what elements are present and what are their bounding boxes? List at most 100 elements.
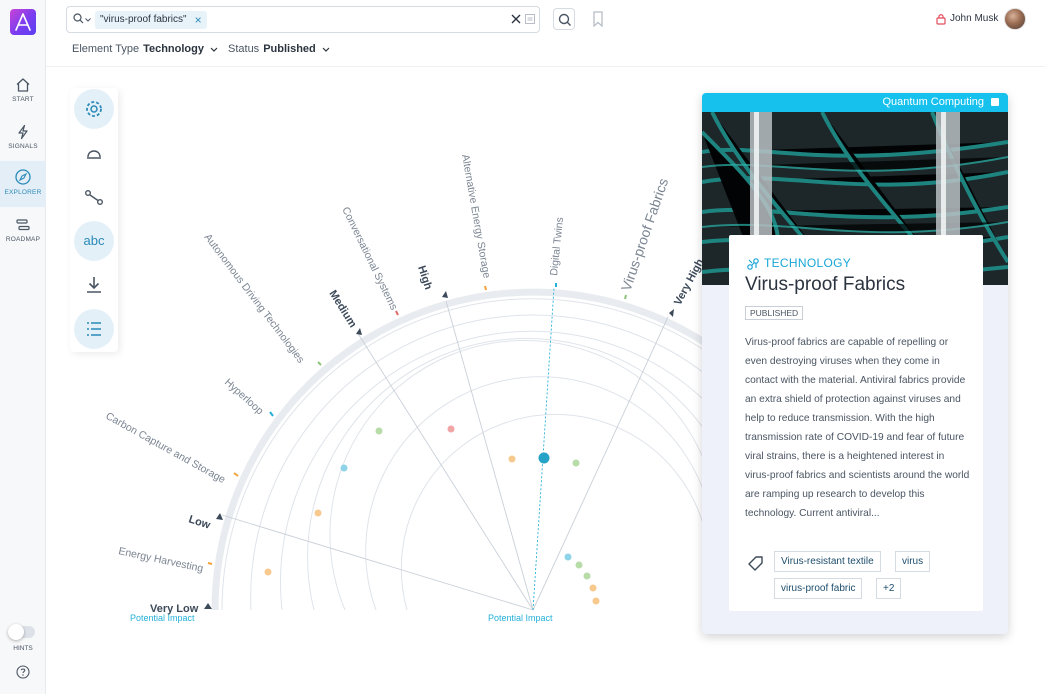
left-navigation: START SIGNALS EXPLORER ROADMAP HINTS <box>0 0 46 694</box>
lock-icon <box>936 14 946 25</box>
triangle-marker-icon <box>216 513 223 520</box>
radar-point[interactable] <box>564 553 572 561</box>
nav-label: START <box>12 96 34 103</box>
triangle-marker-icon <box>356 328 362 335</box>
radar-item-label: Autonomous Driving Technologies <box>202 232 307 366</box>
radar-point[interactable] <box>572 459 580 467</box>
clear-search-icon[interactable] <box>510 13 522 25</box>
hints-toggle[interactable] <box>8 624 35 640</box>
filter-value: Published <box>263 43 316 55</box>
layout-tool[interactable] <box>74 133 114 173</box>
compass-icon <box>15 169 31 185</box>
selected-item-line <box>532 287 555 611</box>
radar-item-label-selected: Virus-proof Fabrics <box>618 176 672 293</box>
radar-point[interactable] <box>575 561 583 569</box>
filter-value: Technology <box>143 43 204 55</box>
item-tick <box>395 310 399 316</box>
tag-chip[interactable]: virus <box>895 551 931 572</box>
search-icon <box>558 13 571 26</box>
hints-label: HINTS <box>13 645 33 652</box>
chevron-down-icon <box>210 47 218 52</box>
search-chip: "virus-proof fabrics" × <box>95 11 207 29</box>
avatar[interactable] <box>1004 8 1026 30</box>
top-bar: "virus-proof fabrics" × John Musk <box>46 0 1045 36</box>
chip-remove-icon[interactable]: × <box>195 11 202 29</box>
element-type-label: TECHNOLOGY <box>764 256 852 270</box>
triangle-marker-icon <box>442 291 448 298</box>
chevron-down-icon[interactable] <box>85 18 91 22</box>
labels-tool[interactable]: abc <box>74 221 114 261</box>
radar-point[interactable] <box>264 568 272 576</box>
technology-icon <box>747 258 759 270</box>
nodes-icon <box>84 189 104 206</box>
bolt-icon <box>18 124 28 140</box>
status-filter[interactable]: Status Published <box>228 43 330 55</box>
card-header: Quantum Computing <box>702 93 1008 112</box>
nav-item-signals[interactable]: SIGNALS <box>0 119 46 163</box>
list-icon <box>87 322 101 336</box>
search-box[interactable]: "virus-proof fabrics" × <box>66 6 540 33</box>
item-tick <box>484 285 487 291</box>
bookmark-icon <box>593 11 603 28</box>
radar-point[interactable] <box>592 597 600 605</box>
tag-chip[interactable]: Virus-resistant textile <box>774 551 881 572</box>
abc-icon: abc <box>83 233 105 248</box>
settings-tool[interactable] <box>74 89 114 129</box>
search-icon <box>73 13 84 24</box>
download-tool[interactable] <box>74 265 114 305</box>
ring-label-high: High <box>415 264 434 291</box>
radar-point[interactable] <box>447 425 455 433</box>
arc-view-icon <box>87 150 101 159</box>
bookmark-button[interactable] <box>587 8 609 30</box>
item-tick <box>233 472 239 477</box>
app-logo[interactable] <box>10 9 36 35</box>
card-description: Virus-proof fabrics are capable of repel… <box>745 337 970 519</box>
nav-item-explorer[interactable]: EXPLORER <box>0 161 46 207</box>
home-icon <box>16 78 30 92</box>
radar-point[interactable] <box>589 584 597 592</box>
radar-item-label: Energy Harvesting <box>117 545 204 575</box>
radar-point[interactable] <box>340 464 348 472</box>
radar-item-label: Digital Twins <box>548 217 566 277</box>
radar-point[interactable] <box>508 455 516 463</box>
radar-chart: Very Low Low Medium High Very High Poten… <box>104 153 706 623</box>
nav-item-start[interactable]: START <box>0 72 46 116</box>
nav-item-roadmap[interactable]: ROADMAP <box>0 212 46 256</box>
card-category[interactable]: Quantum Computing <box>883 96 985 108</box>
triangle-marker-icon <box>669 309 674 317</box>
tag-chip[interactable]: +2 <box>876 578 902 599</box>
help-icon[interactable] <box>16 665 30 684</box>
item-tick <box>317 361 322 366</box>
user-name[interactable]: John Musk <box>950 13 998 24</box>
nav-label: ROADMAP <box>5 236 41 243</box>
axis-label-potential-impact: Potential Impact <box>130 613 195 623</box>
logo-icon <box>15 13 31 31</box>
detail-card: Quantum Computing TECHNOLOGY Virus-proof… <box>702 93 1008 634</box>
element-type-filter[interactable]: Element Type Technology <box>72 43 218 55</box>
list-tool[interactable] <box>74 309 114 349</box>
radar-point[interactable] <box>583 572 591 580</box>
tag-chip[interactable]: virus-proof fabric <box>774 578 863 599</box>
calendar-icon[interactable] <box>525 14 535 24</box>
card-body: TECHNOLOGY Virus-proof Fabrics PUBLISHED… <box>729 235 983 611</box>
radar-item-label: Conversational Systems <box>339 205 399 312</box>
radar-point-selected[interactable] <box>538 452 550 464</box>
nav-label: SIGNALS <box>8 143 38 150</box>
radar-point[interactable] <box>314 509 322 517</box>
ring-label-very-high: Very High <box>672 257 706 308</box>
chevron-down-icon <box>322 47 330 52</box>
ring-label-medium: Medium <box>326 288 358 330</box>
axis-label-potential-impact: Potential Impact <box>488 613 553 623</box>
nav-label: EXPLORER <box>4 189 42 196</box>
tag-icon <box>748 556 763 571</box>
connections-tool[interactable] <box>74 177 114 217</box>
item-tick <box>207 562 213 565</box>
gear-icon <box>86 101 102 117</box>
filter-label: Status <box>228 43 260 55</box>
radar-item-label: Alternative Energy Storage <box>459 153 493 279</box>
item-tick <box>624 294 627 300</box>
radar-point[interactable] <box>375 427 383 435</box>
ring-label-low: Low <box>187 513 212 531</box>
triangle-marker-icon <box>204 603 212 609</box>
search-button[interactable] <box>553 8 575 30</box>
